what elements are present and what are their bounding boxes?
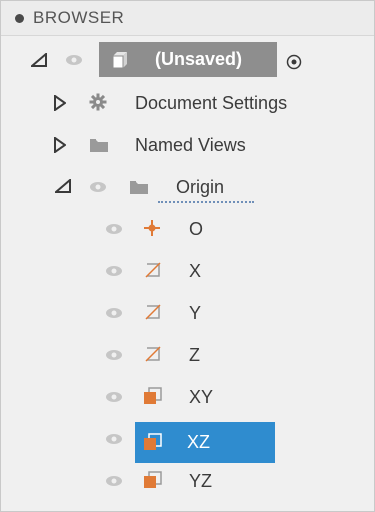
- folder-icon: [130, 181, 148, 194]
- tree-item-z-axis[interactable]: Z: [1, 333, 374, 375]
- tree-root-row[interactable]: (Unsaved): [1, 39, 374, 81]
- component-cube-icon: [112, 52, 127, 69]
- tree-item-label: XY: [189, 387, 214, 407]
- expanded-triangle-icon[interactable]: [31, 53, 47, 67]
- tree-item-label: X: [189, 261, 202, 281]
- visibility-eye-icon[interactable]: [105, 265, 123, 277]
- tree-item-label: YZ: [189, 471, 213, 491]
- tree-item-label: O: [189, 219, 204, 239]
- visibility-eye-icon[interactable]: [89, 181, 107, 193]
- visibility-eye-icon[interactable]: [105, 349, 123, 361]
- folder-icon: [90, 139, 108, 152]
- tree-item-named-views[interactable]: Named Views: [1, 123, 374, 165]
- tree-item-label: Y: [189, 303, 202, 323]
- visibility-eye-icon[interactable]: [105, 433, 123, 445]
- gear-icon: [89, 93, 107, 111]
- collapsed-triangle-icon[interactable]: [54, 137, 66, 153]
- tree-item-y-axis[interactable]: Y: [1, 291, 374, 333]
- tree-item-document-settings[interactable]: Document Settings: [1, 81, 374, 123]
- activate-radio-icon[interactable]: [286, 54, 302, 70]
- root-component-highlight[interactable]: (Unsaved): [99, 42, 277, 77]
- plane-icon: [144, 433, 162, 450]
- plane-icon: [144, 387, 162, 404]
- axis-icon: [145, 262, 161, 278]
- tree-item-label: Z: [189, 345, 200, 365]
- tree-item-origin[interactable]: Origin: [1, 165, 374, 207]
- browser-header[interactable]: BROWSER: [1, 1, 374, 36]
- visibility-eye-icon[interactable]: [105, 223, 123, 235]
- tree-item-label: Document Settings: [135, 93, 288, 113]
- visibility-eye-icon[interactable]: [105, 475, 123, 487]
- selected-item-highlight[interactable]: XZ: [135, 422, 275, 463]
- collapse-dot-icon[interactable]: [15, 14, 24, 23]
- tree-item-label: Origin: [176, 177, 225, 197]
- tree-item-xy-plane[interactable]: XY: [1, 375, 374, 417]
- visibility-eye-icon[interactable]: [65, 54, 83, 66]
- tree-item-label: Named Views: [135, 135, 246, 155]
- collapsed-triangle-icon[interactable]: [54, 95, 66, 111]
- expanded-triangle-icon[interactable]: [55, 179, 71, 193]
- visibility-eye-icon[interactable]: [105, 307, 123, 319]
- browser-panel: BROWSER (Unsaved) Document Settings Name…: [0, 0, 375, 512]
- origin-point-icon: [144, 220, 160, 236]
- visibility-eye-icon[interactable]: [105, 391, 123, 403]
- axis-icon: [145, 304, 161, 320]
- root-component-label: (Unsaved): [155, 49, 243, 69]
- tree-item-origin-point[interactable]: O: [1, 207, 374, 249]
- tree-item-x-axis[interactable]: X: [1, 249, 374, 291]
- plane-icon: [144, 471, 162, 488]
- tree-item-yz-plane[interactable]: YZ: [1, 459, 374, 501]
- tree-item-label: XZ: [187, 432, 211, 452]
- browser-title: BROWSER: [33, 8, 125, 27]
- hover-underline: [158, 201, 254, 203]
- axis-icon: [145, 346, 161, 362]
